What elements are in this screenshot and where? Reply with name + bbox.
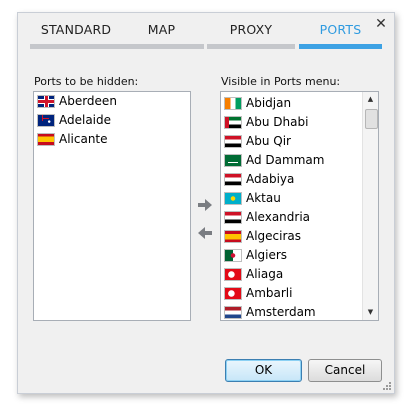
tab-strip: STANDARD MAP PROXY PORTS [18,13,394,49]
flag-es-icon [38,134,54,145]
tab-standard-label: STANDARD [40,22,112,37]
flag-eg-icon [225,174,241,185]
visible-ports-list[interactable]: Abidjan Abu Dhabi Abu Qir Ad Dammam Adabiya A… [220,91,379,321]
visible-port-item-name: Ad Dammam [246,153,325,167]
visible-port-item[interactable]: Abu Qir [221,132,362,151]
flag-eg-icon [225,136,241,147]
hidden-port-item-name: Adelaide [59,113,112,127]
visible-port-item[interactable]: Ad Dammam [221,151,362,170]
flag-gb-icon [38,96,54,107]
visible-port-item-name: Adabiya [246,172,295,186]
visible-port-item-name: Abu Dhabi [246,115,309,129]
visible-port-item-name: Ambarli [246,286,293,300]
visible-port-item-name: Algiers [246,248,288,262]
visible-port-item-name: Aliaga [246,267,284,281]
tab-proxy-bar [207,44,295,49]
tab-map[interactable]: MAP [119,13,204,49]
visible-port-item-name: Aktau [246,191,281,205]
hidden-port-item-name: Alicante [59,132,108,146]
visible-port-item[interactable]: Abidjan [221,94,362,113]
tab-standard[interactable]: STANDARD [30,13,122,49]
flag-au-icon [38,115,54,126]
hidden-port-item[interactable]: Aberdeen [34,92,190,111]
visible-port-item[interactable]: Alexandria [221,208,362,227]
scroll-up-icon[interactable]: ▲ [363,92,378,107]
flag-dz-icon [225,250,241,261]
scroll-down-icon[interactable]: ▼ [363,305,378,320]
visible-list-scrollbar[interactable]: ▲ ▼ [362,92,378,320]
visible-port-item-name: Alexandria [246,210,311,224]
visible-port-item[interactable]: Amsterdam [221,303,362,320]
arrow-left-icon[interactable] [196,225,214,239]
hidden-port-item-name: Aberdeen [59,94,117,108]
flag-nl-icon [225,307,241,318]
tab-proxy-label: PROXY [229,22,273,37]
ok-button[interactable]: OK [225,359,302,382]
flag-eg-icon [225,212,241,223]
visible-port-item[interactable]: Algeciras [221,227,362,246]
ports-settings-dialog: STANDARD MAP PROXY PORTS ✕ Ports to be h… [17,12,395,394]
flag-ae-icon [225,117,241,128]
tab-map-bar [119,44,204,49]
visible-port-item[interactable]: Abu Dhabi [221,113,362,132]
visible-port-item-name: Algeciras [246,229,302,243]
visible-port-item-name: Abidjan [246,96,292,110]
cancel-button[interactable]: Cancel [308,359,382,382]
scroll-thumb[interactable] [365,109,378,129]
tab-proxy[interactable]: PROXY [207,13,295,49]
visible-port-item[interactable]: Adabiya [221,170,362,189]
hidden-port-item[interactable]: Adelaide [34,111,190,130]
flag-kz-icon [225,193,241,204]
arrow-right-icon[interactable] [196,197,214,211]
visible-port-item[interactable]: Aktau [221,189,362,208]
hidden-ports-label: Ports to be hidden: [34,75,139,88]
tab-ports-label: PORTS [319,22,362,37]
tab-ports[interactable]: PORTS [299,13,382,49]
flag-es-icon [225,231,241,242]
hidden-ports-list[interactable]: Aberdeen Adelaide Alicante [33,91,191,321]
close-icon[interactable]: ✕ [374,16,388,32]
visible-port-item[interactable]: Aliaga [221,265,362,284]
visible-port-item-name: Amsterdam [246,305,316,319]
flag-sa-icon [225,155,241,166]
visible-port-item[interactable]: Ambarli [221,284,362,303]
visible-port-item[interactable]: Algiers [221,246,362,265]
flag-tr-icon [225,288,241,299]
flag-tr-icon [225,269,241,280]
tab-ports-bar [299,44,382,49]
resize-grip-icon[interactable] [382,381,392,391]
tab-standard-bar [30,44,122,49]
visible-port-item-name: Abu Qir [246,134,291,148]
flag-ci-icon [225,98,241,109]
visible-ports-label: Visible in Ports menu: [221,75,341,88]
hidden-port-item[interactable]: Alicante [34,130,190,149]
tab-map-label: MAP [147,22,176,37]
